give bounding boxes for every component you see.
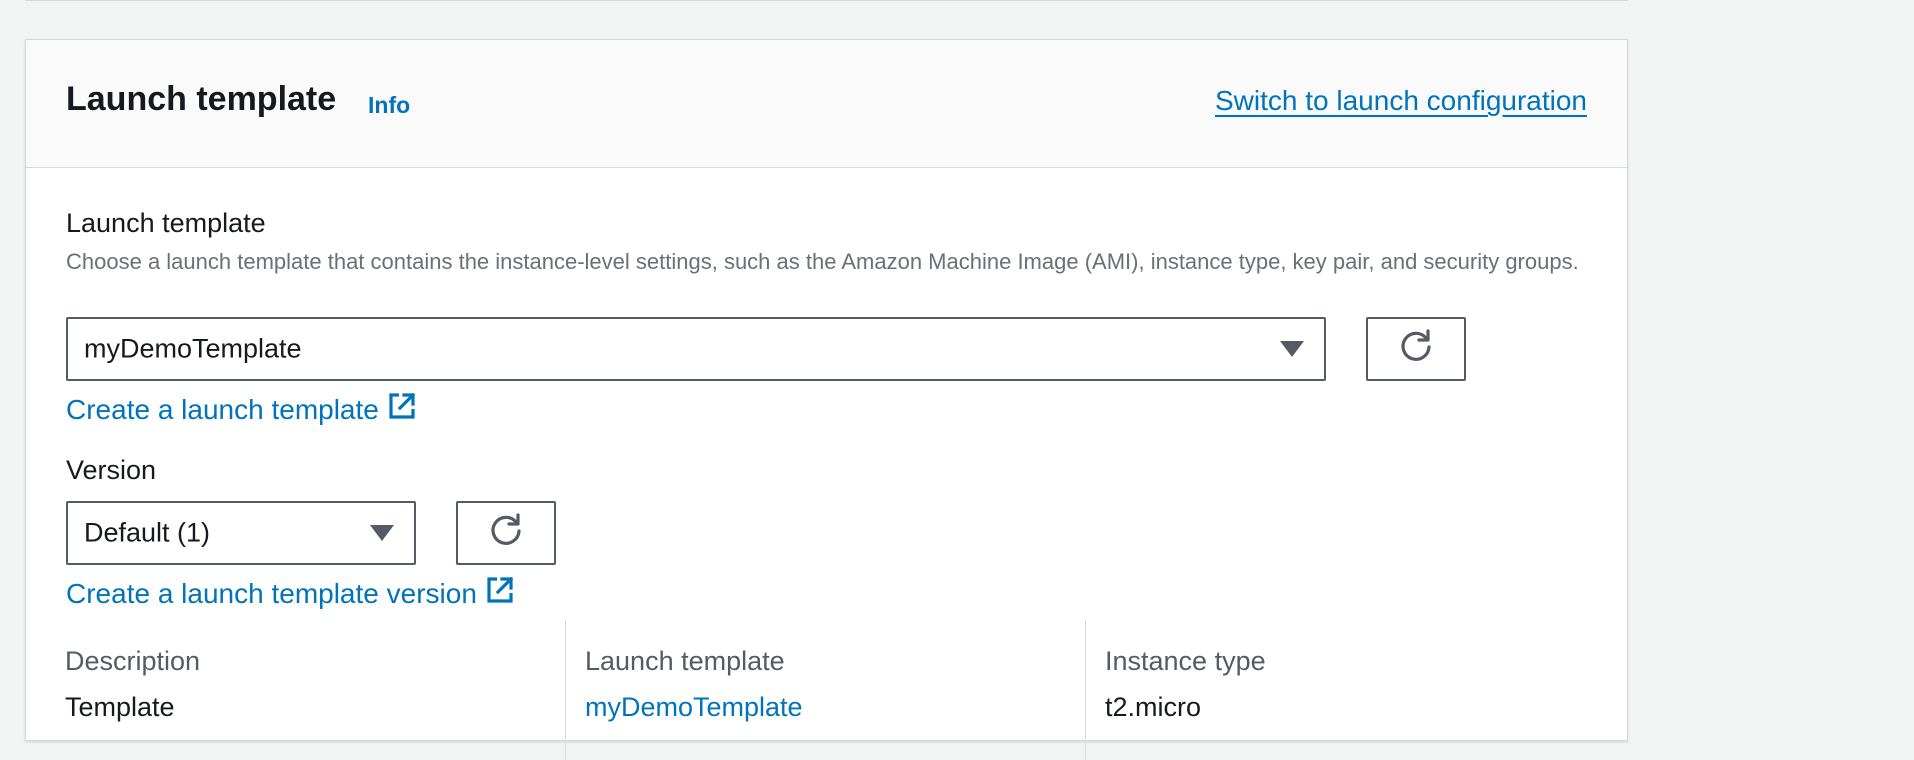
caret-down-icon xyxy=(370,525,394,541)
column-divider xyxy=(1085,620,1086,760)
refresh-icon xyxy=(487,512,525,555)
version-select-value: Default (1) xyxy=(84,517,211,548)
description-label: Description xyxy=(65,646,201,676)
external-link-icon xyxy=(387,391,417,428)
caret-down-icon xyxy=(1280,341,1304,357)
column-divider xyxy=(565,620,566,760)
version-select[interactable]: Default (1) xyxy=(66,501,416,565)
launch-template-select-value: myDemoTemplate xyxy=(84,333,302,364)
refresh-launch-templates-button[interactable] xyxy=(1366,317,1466,381)
switch-to-launch-configuration-link[interactable]: Switch to launch configuration xyxy=(1215,85,1587,117)
launch-template-summary-label: Launch template xyxy=(585,646,785,676)
create-launch-template-version-link-label: Create a launch template version xyxy=(66,577,477,609)
refresh-versions-button[interactable] xyxy=(456,501,556,565)
external-link-icon xyxy=(485,575,515,612)
create-launch-template-version-link[interactable]: Create a launch template version xyxy=(66,575,515,612)
launch-template-label: Launch template xyxy=(66,208,266,238)
description-value: Template xyxy=(65,692,175,722)
instance-type-value: t2.micro xyxy=(1105,692,1202,722)
refresh-icon xyxy=(1397,328,1435,371)
launch-template-summary-link[interactable]: myDemoTemplate xyxy=(585,692,803,723)
version-label: Version xyxy=(66,455,157,485)
previous-card-edge xyxy=(25,0,1628,1)
instance-type-label: Instance type xyxy=(1105,646,1266,676)
info-link[interactable]: Info xyxy=(368,92,410,119)
card-title: Launch template xyxy=(66,80,337,118)
launch-template-description: Choose a launch template that contains t… xyxy=(66,249,1579,274)
launch-template-select[interactable]: myDemoTemplate xyxy=(66,317,1326,381)
card-header: Launch template Info Switch to launch co… xyxy=(26,40,1627,168)
create-launch-template-link-label: Create a launch template xyxy=(66,393,379,425)
create-launch-template-link[interactable]: Create a launch template xyxy=(66,391,417,428)
launch-template-card: Launch template Info Switch to launch co… xyxy=(25,39,1628,760)
